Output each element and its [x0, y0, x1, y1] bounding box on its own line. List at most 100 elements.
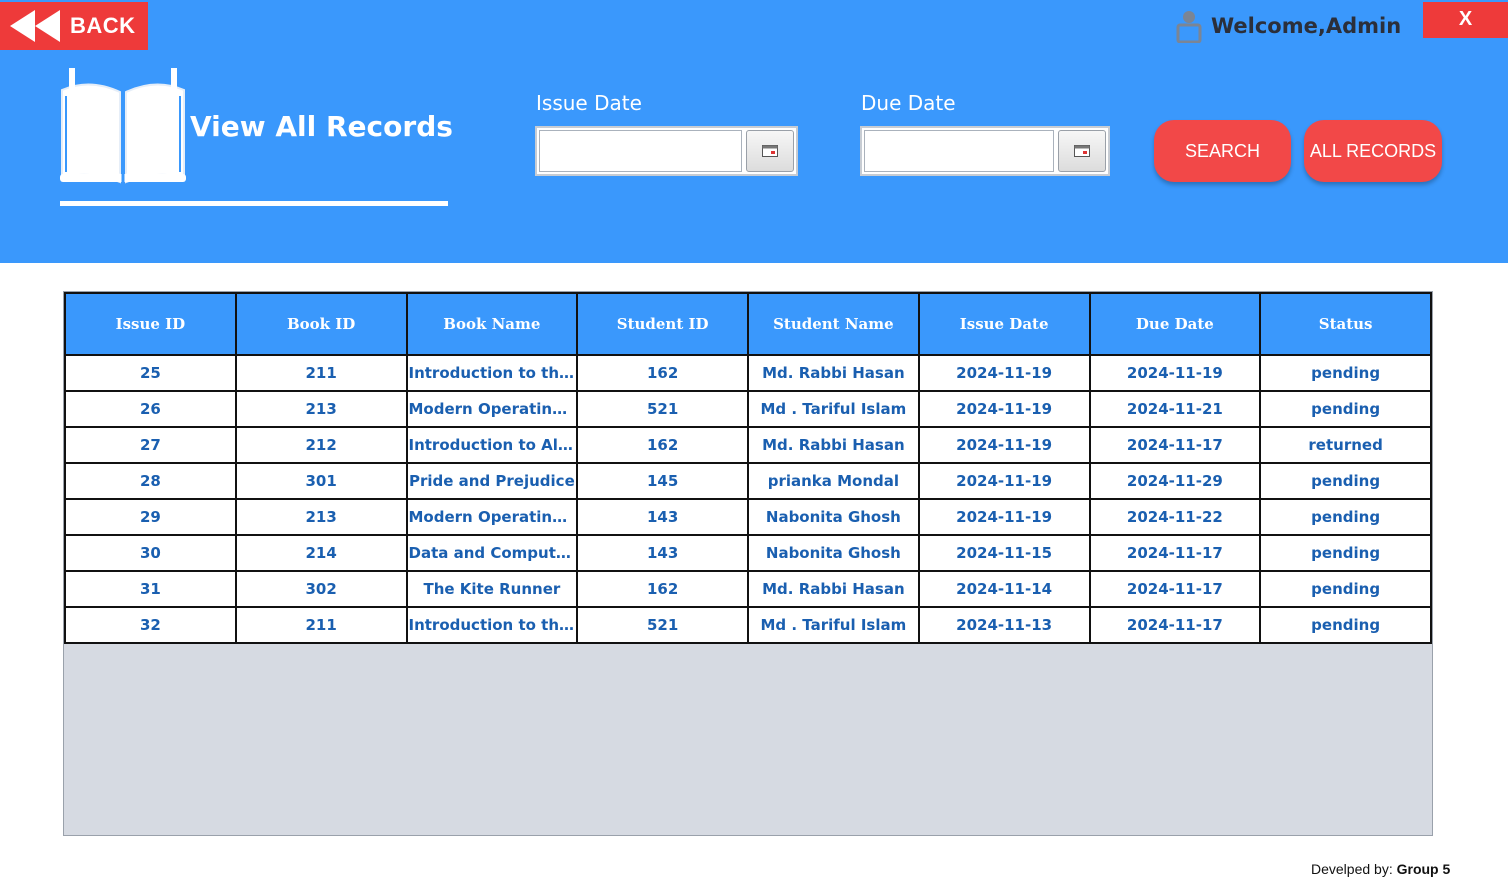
table-cell[interactable]: 32 [64, 606, 237, 644]
table-cell[interactable]: 26 [64, 390, 237, 428]
table-cell[interactable]: 301 [234, 462, 408, 500]
table-cell[interactable]: 2024-11-22 [1088, 498, 1262, 536]
table-cell[interactable]: 2024-11-19 [917, 426, 1091, 464]
table-cell[interactable]: Introduction to Algo... [405, 426, 579, 464]
due-date-calendar-button[interactable] [1058, 130, 1106, 172]
table-cell[interactable]: 2024-11-19 [917, 354, 1091, 392]
issue-date-calendar-button[interactable] [746, 130, 794, 172]
table-cell[interactable]: Modern Operating S... [405, 498, 579, 536]
table-row[interactable]: 25211Introduction to the T...162Md. Rabb… [64, 354, 1432, 392]
header-bar: BACK Welcome,Admin X View All Records Is… [0, 0, 1508, 263]
table-row[interactable]: 30214Data and Computer C...143Nabonita G… [64, 534, 1432, 572]
table-cell[interactable]: 2024-11-19 [917, 462, 1091, 500]
table-cell[interactable]: 28 [64, 462, 237, 500]
table-cell[interactable]: pending [1259, 390, 1432, 428]
table-cell[interactable]: Md. Rabbi Hasan [747, 426, 920, 464]
table-cell[interactable]: 30 [64, 534, 237, 572]
table-cell[interactable]: 31 [64, 570, 237, 608]
table-cell[interactable]: 2024-11-19 [1088, 354, 1262, 392]
table-cell[interactable]: returned [1259, 426, 1432, 464]
table-cell[interactable]: 2024-11-29 [1088, 462, 1262, 500]
table-cell[interactable]: 521 [576, 390, 749, 428]
table-cell[interactable]: 2024-11-17 [1088, 606, 1262, 644]
table-cell[interactable]: Pride and Prejudice [405, 462, 579, 500]
back-button[interactable]: BACK [0, 2, 148, 50]
close-button[interactable]: X [1423, 2, 1508, 38]
table-cell[interactable]: 302 [234, 570, 408, 608]
welcome-text: Welcome,Admin [1211, 14, 1402, 38]
table-cell[interactable]: 145 [576, 462, 749, 500]
table-cell[interactable]: 213 [234, 390, 408, 428]
table-row[interactable]: 26 213 Modern Operating S... 521 Md . Tarifu… [64, 390, 1432, 428]
table-cell[interactable]: Md . Tariful Islam [747, 606, 920, 644]
table-cell[interactable]: Modern Operating S... [405, 390, 579, 428]
table-cell[interactable]: 27 [64, 426, 237, 464]
table-cell[interactable]: 212 [234, 426, 408, 464]
table-cell[interactable]: 211 [234, 354, 408, 392]
table-cell[interactable]: pending [1259, 498, 1432, 536]
title-underline [60, 201, 448, 206]
table-cell[interactable]: Md . Tariful Islam [747, 390, 920, 428]
column-header[interactable]: Due Date [1088, 292, 1262, 356]
table-cell[interactable]: pending [1259, 606, 1432, 644]
table-cell[interactable]: 2024-11-13 [917, 606, 1091, 644]
table-cell[interactable]: prianka Mondal [747, 462, 920, 500]
all-records-button[interactable]: ALL RECORDS [1304, 120, 1442, 182]
table-row[interactable]: 31 302 The Kite Runner 162 Md. Rabbi Hasan 20… [64, 570, 1432, 608]
table-cell[interactable]: 2024-11-15 [917, 534, 1091, 572]
table-cell[interactable]: Md. Rabbi Hasan [747, 570, 920, 608]
table-cell[interactable]: 29 [64, 498, 237, 536]
table-cell[interactable]: The Kite Runner [405, 570, 579, 608]
open-book-icon [60, 68, 186, 184]
table-cell[interactable]: pending [1259, 534, 1432, 572]
table-row[interactable]: 29 213 Modern Operating S... 143 Nabonita Gh… [64, 498, 1432, 536]
table-cell[interactable]: 213 [234, 498, 408, 536]
search-button[interactable]: SEARCH [1154, 120, 1291, 182]
table-cell[interactable]: 2024-11-19 [917, 498, 1091, 536]
table-cell[interactable]: Introduction to the T... [405, 606, 579, 644]
table-cell[interactable]: Nabonita Ghosh [747, 498, 920, 536]
column-header[interactable]: Student Name [747, 292, 920, 356]
table-cell[interactable]: pending [1259, 570, 1432, 608]
table-cell[interactable]: pending [1259, 462, 1432, 500]
table-cell[interactable]: 211 [234, 606, 408, 644]
records-table: Issue ID Book ID Book Name Student ID St… [64, 292, 1432, 644]
footer-credit: Develped by: Group 5 [1311, 861, 1450, 877]
table-row[interactable]: 28 301 Pride and Prejudice 145 prianka Monda… [64, 462, 1432, 500]
column-header[interactable]: Status [1259, 292, 1432, 356]
table-cell[interactable]: Md. Rabbi Hasan [747, 354, 920, 392]
column-header[interactable]: Book Name [405, 292, 579, 356]
table-cell[interactable]: 2024-11-21 [1088, 390, 1262, 428]
issue-date-input[interactable] [539, 130, 742, 172]
calendar-icon [1074, 145, 1090, 157]
column-header[interactable]: Student ID [576, 292, 749, 356]
table-cell[interactable]: 214 [234, 534, 408, 572]
column-header[interactable]: Book ID [234, 292, 408, 356]
table-cell[interactable]: 162 [576, 426, 749, 464]
due-date-label: Due Date [861, 91, 956, 115]
table-cell[interactable]: 2024-11-17 [1088, 534, 1262, 572]
table-cell[interactable]: Data and Computer C... [405, 534, 579, 572]
table-cell[interactable]: 2024-11-17 [1088, 570, 1262, 608]
table-cell[interactable]: 143 [576, 498, 749, 536]
due-date-picker [860, 126, 1110, 176]
table-body: 25211Introduction to the T...162Md. Rabb… [64, 354, 1432, 644]
table-cell[interactable]: Nabonita Ghosh [747, 534, 920, 572]
table-cell[interactable]: 521 [576, 606, 749, 644]
table-cell[interactable]: 162 [576, 570, 749, 608]
issue-date-label: Issue Date [536, 91, 642, 115]
table-cell[interactable]: Introduction to the T... [405, 354, 579, 392]
table-row[interactable]: 27212Introduction to Algo...162Md. Rabbi… [64, 426, 1432, 464]
records-table-container[interactable]: Issue ID Book ID Book Name Student ID St… [63, 291, 1433, 836]
table-row[interactable]: 32211Introduction to the T...521Md . Tar… [64, 606, 1432, 644]
due-date-input[interactable] [864, 130, 1054, 172]
table-cell[interactable]: 143 [576, 534, 749, 572]
table-cell[interactable]: pending [1259, 354, 1432, 392]
table-cell[interactable]: 25 [64, 354, 237, 392]
column-header[interactable]: Issue ID [64, 292, 237, 356]
table-cell[interactable]: 162 [576, 354, 749, 392]
column-header[interactable]: Issue Date [917, 292, 1091, 356]
table-cell[interactable]: 2024-11-17 [1088, 426, 1262, 464]
table-cell[interactable]: 2024-11-14 [917, 570, 1091, 608]
table-cell[interactable]: 2024-11-19 [917, 390, 1091, 428]
